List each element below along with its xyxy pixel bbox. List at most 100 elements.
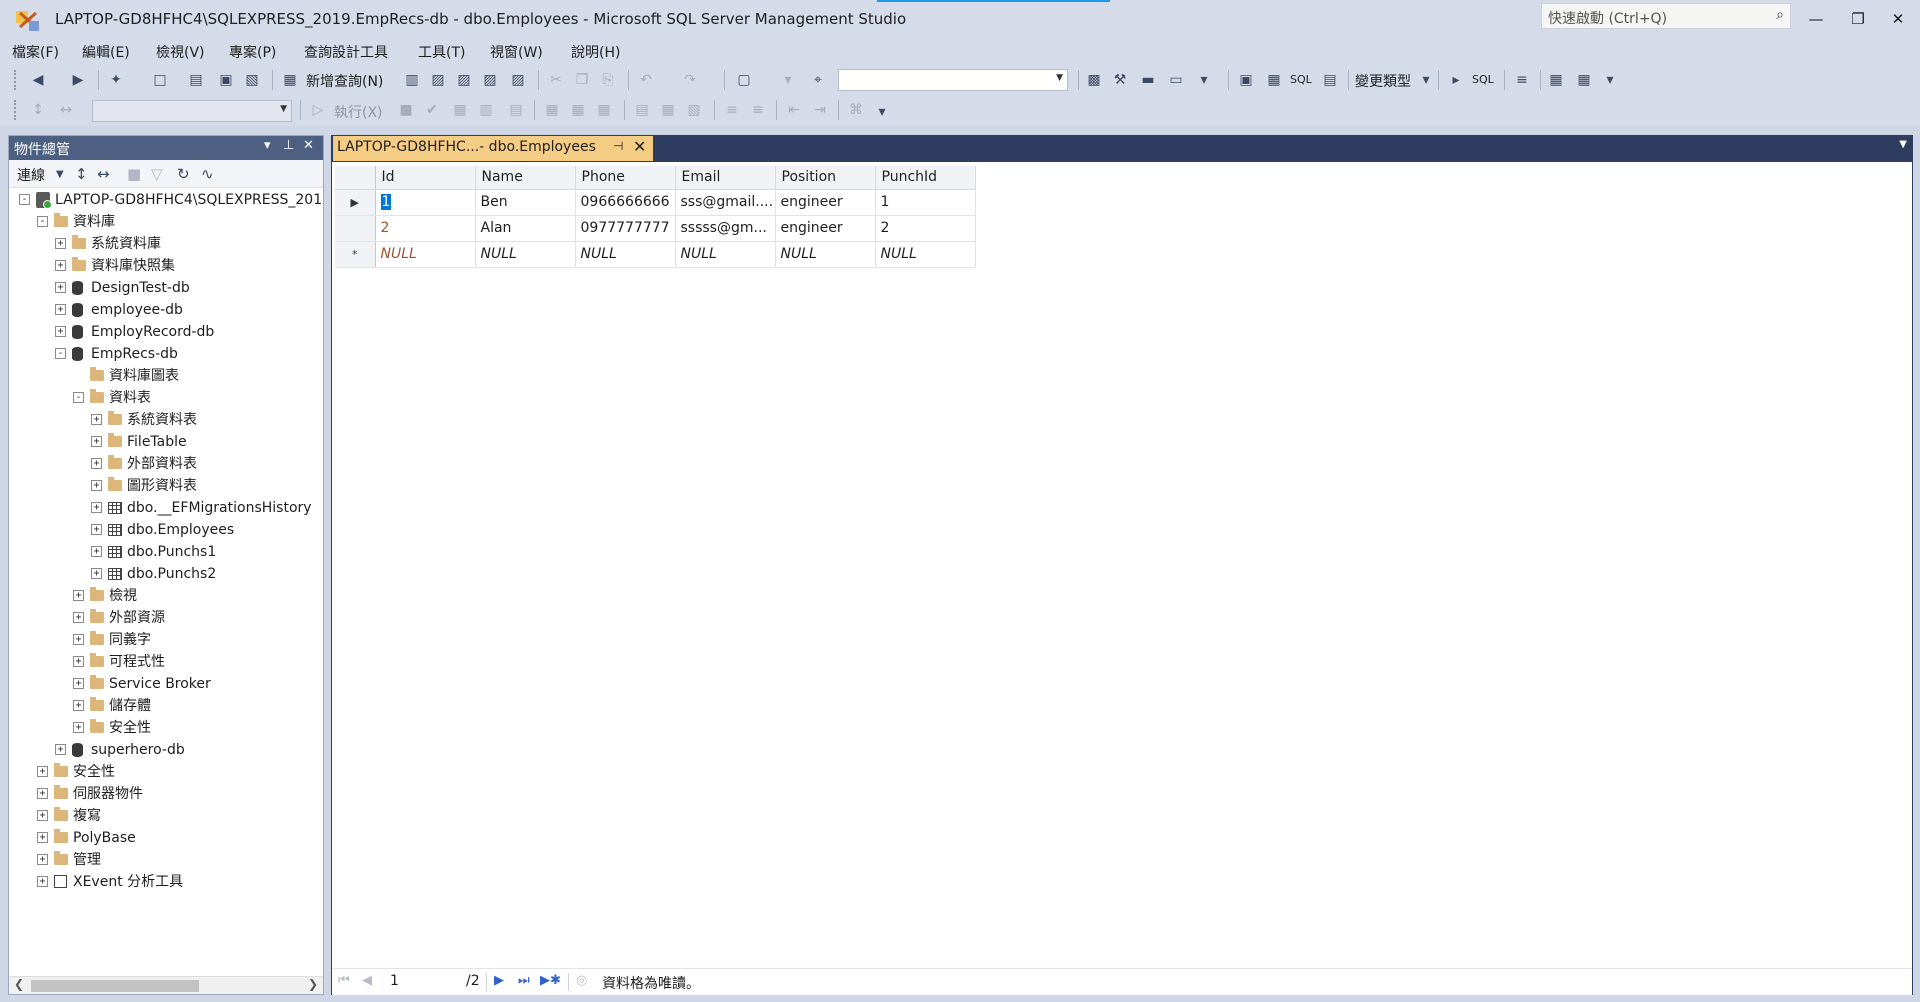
command-window-icon[interactable]: ▭ [1166, 70, 1186, 90]
tree-node[interactable]: + 系統資料庫 [9, 233, 323, 255]
collapse-icon[interactable]: - [73, 392, 84, 403]
specify-values-icon[interactable]: ⌘ [846, 100, 866, 120]
menu-window[interactable]: 視窗(W) [490, 42, 543, 62]
verify-sql-button[interactable]: SQL [1472, 73, 1494, 86]
current-record-input[interactable]: 1 [390, 973, 399, 989]
cell-punchid[interactable]: 2 [875, 215, 976, 242]
live-stats-icon[interactable]: ▦ [568, 100, 588, 120]
activity-monitor-icon[interactable]: ▢ [734, 70, 754, 90]
execute-button[interactable]: 執行(X) [334, 102, 383, 122]
results-pane-icon[interactable]: ▤ [1320, 70, 1340, 90]
cell-id[interactable]: 1 [375, 189, 476, 216]
scrollbar-thumb[interactable] [31, 980, 199, 992]
tree-node[interactable]: + 伺服器物件 [9, 783, 323, 805]
cell-phone[interactable]: 0977777777 [575, 215, 676, 242]
expand-icon[interactable]: + [73, 700, 84, 711]
tree-node[interactable]: + 外部資料表 [9, 453, 323, 475]
expand-icon[interactable]: + [37, 766, 48, 777]
last-record-icon[interactable]: ⏭ [518, 973, 530, 988]
tree-node[interactable]: + 可程式性 [9, 651, 323, 673]
chevron-down-icon[interactable]: ▾ [872, 102, 892, 122]
column-header-phone[interactable]: Phone [575, 166, 676, 190]
chevron-down-icon[interactable]: ▾ [1194, 70, 1214, 90]
tree-node[interactable]: + dbo.Employees [9, 519, 323, 541]
expand-icon[interactable]: + [37, 854, 48, 865]
increase-indent-icon[interactable]: ⇥ [810, 100, 830, 120]
expand-icon[interactable]: + [91, 568, 102, 579]
forward-icon[interactable]: ▶ [68, 70, 88, 90]
horizontal-scrollbar[interactable]: ❮ ❯ [9, 976, 323, 994]
expand-icon[interactable]: + [55, 260, 66, 271]
panel-options-icon[interactable]: ▾ [264, 138, 271, 153]
cell-name[interactable]: NULL [475, 241, 576, 268]
expand-icon[interactable]: + [91, 480, 102, 491]
save-icon[interactable]: ▣ [216, 70, 236, 90]
dmx-query-icon[interactable]: ▨ [454, 70, 474, 90]
include-plan-icon[interactable]: ▦ [542, 100, 562, 120]
column-header-id[interactable]: Id [375, 166, 476, 190]
expand-icon[interactable]: + [73, 722, 84, 733]
expand-icon[interactable]: + [55, 304, 66, 315]
decrease-indent-icon[interactable]: ⇤ [784, 100, 804, 120]
connect-icon[interactable]: ↕ [28, 100, 48, 120]
selected-cell-value[interactable]: 1 [380, 194, 392, 210]
tree-node[interactable]: - 資料表 [9, 387, 323, 409]
xmla-query-icon[interactable]: ▨ [480, 70, 500, 90]
column-header-name[interactable]: Name [475, 166, 576, 190]
cell-phone[interactable]: NULL [575, 241, 676, 268]
menu-tools[interactable]: 工具(T) [418, 42, 465, 62]
expand-icon[interactable]: + [37, 832, 48, 843]
expand-icon[interactable]: + [55, 326, 66, 337]
cell-position[interactable]: engineer [775, 215, 876, 242]
tree-node[interactable]: + 安全性 [9, 761, 323, 783]
tree-node[interactable]: - 資料庫 [9, 211, 323, 233]
refresh-icon[interactable]: ↻ [177, 165, 190, 183]
grid-pane-icon[interactable]: ▦ [1264, 70, 1284, 90]
filter-icon[interactable]: ▽ [151, 165, 163, 183]
new-project-icon[interactable]: ✦ [106, 70, 126, 90]
results-file-icon[interactable]: ▧ [684, 100, 704, 120]
search-icon[interactable]: ⌕ [1776, 7, 1784, 23]
tree-node[interactable]: + 安全性 [9, 717, 323, 739]
new-record-icon[interactable]: ▶✱ [540, 973, 561, 988]
client-stats-icon[interactable]: ▦ [594, 100, 614, 120]
tree-node[interactable]: + 複寫 [9, 805, 323, 827]
expand-icon[interactable]: + [91, 502, 102, 513]
stop-icon[interactable]: ◎ [576, 973, 587, 988]
table-row[interactable]: ▶ 1 Ben 0966666666 sss@gmail.... enginee… [335, 189, 976, 216]
paste-icon[interactable]: ⎘ [598, 70, 618, 90]
expand-icon[interactable]: + [91, 458, 102, 469]
chevron-down-icon[interactable]: ▼ [280, 104, 287, 114]
add-table-icon[interactable]: ▦ [1546, 70, 1566, 90]
tree-node[interactable]: + superhero-db [9, 739, 323, 761]
column-header-email[interactable]: Email [675, 166, 776, 190]
cell-name[interactable]: Alan [475, 215, 576, 242]
tree-node[interactable]: + dbo.Punchs2 [9, 563, 323, 585]
close-window-button[interactable]: ✕ [1878, 6, 1918, 32]
chevron-down-icon[interactable]: ▾ [1416, 70, 1436, 90]
toolbar-grip[interactable] [14, 70, 18, 90]
expand-icon[interactable]: + [91, 524, 102, 535]
new-query-button[interactable]: 新增查詢(N) [306, 71, 383, 91]
parse-check-icon[interactable]: ✔ [422, 100, 442, 120]
uncomment-icon[interactable]: ≡ [748, 100, 768, 120]
connect-dropdown[interactable]: 連線 [17, 165, 45, 185]
toolbox-icon[interactable]: ▬ [1138, 70, 1158, 90]
cell-name[interactable]: Ben [475, 189, 576, 216]
quick-launch-input[interactable]: 快速啟動 (Ctrl+Q) ⌕ [1541, 3, 1791, 29]
row-header-new[interactable]: * [335, 241, 376, 268]
tree-node[interactable]: + 儲存體 [9, 695, 323, 717]
column-header-position[interactable]: Position [775, 166, 876, 190]
mdx-query-icon[interactable]: ▨ [428, 70, 448, 90]
close-icon[interactable]: ✕ [303, 138, 314, 153]
cell-id[interactable]: 2 [375, 215, 476, 242]
copy-icon[interactable]: ❐ [572, 70, 592, 90]
stop-icon[interactable]: ■ [127, 165, 141, 183]
menu-view[interactable]: 檢視(V) [156, 42, 205, 62]
cell-email[interactable]: sssss@gm... [675, 215, 776, 242]
tree-node[interactable]: + 資料庫快照集 [9, 255, 323, 277]
save-all-icon[interactable]: ▧ [242, 70, 262, 90]
comment-icon[interactable]: ≡ [722, 100, 742, 120]
tree-node[interactable]: + 圖形資料表 [9, 475, 323, 497]
add-derived-table-icon[interactable]: ▦ [1574, 70, 1594, 90]
